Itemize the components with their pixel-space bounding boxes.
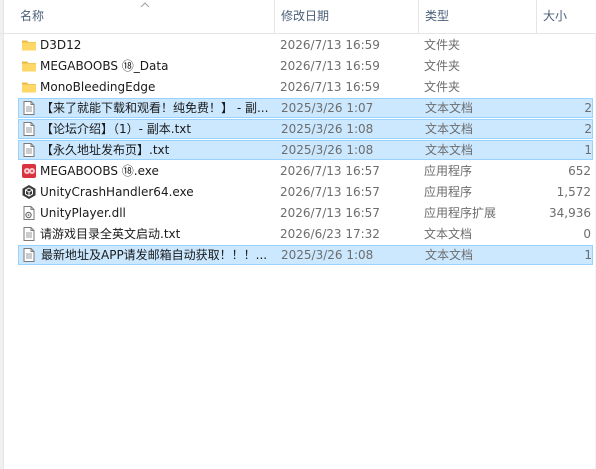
file-row[interactable]: UnityCrashHandler64.exe 2026/7/13 16:57 应用… (18, 182, 593, 202)
folder-icon (21, 37, 37, 53)
text-file-icon (21, 121, 37, 137)
file-size: 0 (583, 227, 591, 241)
type-column-header[interactable]: 类型 (425, 0, 449, 33)
file-modified-date: 2026/7/13 16:59 (280, 80, 380, 94)
file-size: 1,572 (556, 185, 591, 199)
text-file-icon (21, 226, 37, 242)
file-row[interactable]: MEGABOOBS ⑱_Data 2026/7/13 16:59 文件夹 (18, 56, 593, 76)
file-row[interactable]: 【永久地址发布页】.txt 2025/3/26 1:08 文本文档 1 (18, 140, 593, 160)
navigation-pane-edge (0, 0, 4, 469)
file-size (518, 56, 591, 76)
file-name: 请游戏目录全英文启动.txt (40, 227, 181, 241)
name-column-header[interactable]: 名称 (20, 0, 44, 33)
file-size: 1 (584, 248, 592, 262)
file-row[interactable]: 【来了就能下载和观看！纯免费！】 - 副... 2025/3/26 1:07 文本文… (18, 98, 593, 118)
file-explorer: 名称 修改日期 类型 大小 D3D12 2026/7/13 16:59 文件夹 MEG… (0, 0, 596, 469)
game-exe-icon (21, 163, 37, 179)
folder-icon (21, 58, 37, 74)
file-name: UnityPlayer.dll (40, 206, 126, 220)
file-size (518, 77, 591, 97)
file-size: 652 (568, 164, 591, 178)
file-row[interactable]: MEGABOOBS ⑱.exe 2026/7/13 16:57 应用程序 652 (18, 161, 593, 181)
column-divider[interactable] (536, 0, 537, 33)
file-row[interactable]: 【论坛介绍】（1）- 副本.txt 2025/3/26 1:08 文本文档 2 (18, 119, 593, 139)
file-modified-date: 2026/7/13 16:59 (280, 59, 380, 73)
file-row[interactable]: UnityPlayer.dll 2026/7/13 16:57 应用程序扩展 34,9… (18, 203, 593, 223)
file-name: 【论坛介绍】（1）- 副本.txt (41, 122, 192, 136)
file-size: 2 (584, 122, 592, 136)
column-header-bar: 名称 修改日期 类型 大小 (0, 0, 596, 34)
text-file-icon (21, 142, 37, 158)
file-modified-date: 2025/3/26 1:08 (281, 122, 374, 136)
column-divider[interactable] (418, 0, 419, 33)
file-name: UnityCrashHandler64.exe (40, 185, 194, 199)
text-file-icon (21, 100, 37, 116)
file-modified-date: 2025/3/26 1:07 (281, 101, 374, 115)
sort-ascending-icon (140, 2, 150, 8)
size-column-header[interactable]: 大小 (543, 0, 567, 33)
file-name: 最新地址及APP请发邮箱自动获取！！！... (41, 248, 268, 262)
file-row[interactable]: 请游戏目录全英文启动.txt 2026/6/23 17:32 文本文档 0 (18, 224, 593, 244)
file-name: MEGABOOBS ⑱.exe (40, 164, 159, 178)
file-size: 2 (584, 101, 592, 115)
file-name: D3D12 (40, 38, 82, 52)
text-file-icon (21, 247, 37, 263)
file-modified-date: 2026/7/13 16:59 (280, 38, 380, 52)
file-size: 1 (584, 143, 592, 157)
dll-file-icon (21, 205, 37, 221)
file-modified-date: 2026/7/13 16:57 (280, 206, 380, 220)
file-row[interactable]: D3D12 2026/7/13 16:59 文件夹 (18, 35, 593, 55)
file-size: 34,936 (549, 206, 591, 220)
unity-icon (21, 184, 37, 200)
file-row[interactable]: MonoBleedingEdge 2026/7/13 16:59 文件夹 (18, 77, 593, 97)
column-divider[interactable] (274, 0, 275, 33)
file-modified-date: 2026/7/13 16:57 (280, 185, 380, 199)
file-size (518, 35, 591, 55)
date-column-header[interactable]: 修改日期 (281, 0, 329, 33)
file-name: 【来了就能下载和观看！纯免费！】 - 副... (41, 101, 269, 115)
file-modified-date: 2026/6/23 17:32 (280, 227, 380, 241)
file-modified-date: 2025/3/26 1:08 (281, 248, 374, 262)
file-name: MonoBleedingEdge (40, 80, 156, 94)
file-modified-date: 2026/7/13 16:57 (280, 164, 380, 178)
file-name: 【永久地址发布页】.txt (41, 143, 170, 157)
folder-icon (21, 79, 37, 95)
file-name: MEGABOOBS ⑱_Data (40, 59, 169, 73)
file-row[interactable]: 最新地址及APP请发邮箱自动获取！！！... 2025/3/26 1:08 文本文档… (18, 245, 593, 265)
file-modified-date: 2025/3/26 1:08 (281, 143, 374, 157)
